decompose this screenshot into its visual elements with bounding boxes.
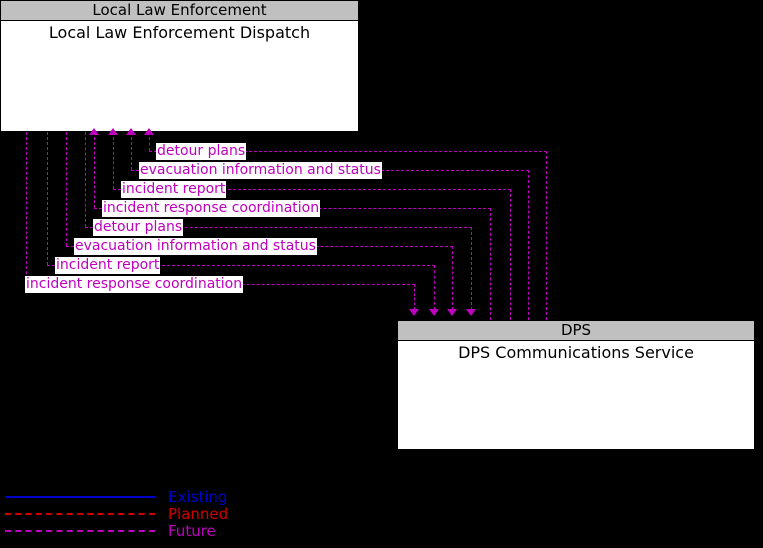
flow-label-detour-plans-to-dps: detour plans: [93, 219, 184, 236]
flow-arrow-8-into-dps: [409, 309, 419, 316]
legend-line-future-icon: [5, 530, 155, 532]
flow-line-7-vertical-left: [47, 132, 48, 265]
entity-box-dps-communications-service[interactable]: DPS DPS Communications Service: [397, 320, 755, 450]
entity-box-local-law-enforcement-dispatch[interactable]: Local Law Enforcement Local Law Enforcem…: [0, 0, 359, 132]
flow-line-3-vertical-left: [113, 137, 114, 189]
legend-line-planned-icon: [5, 513, 155, 515]
legend-line-existing-icon: [5, 496, 155, 498]
flow-arrow-7-into-dps: [429, 309, 439, 316]
flow-label-incident-response-coordination-to-local-law: incident response coordination: [102, 200, 321, 217]
flow-line-8-vertical-left: [26, 132, 27, 284]
flow-line-7-vertical-right: [434, 265, 435, 310]
flow-line-1-vertical-left: [149, 137, 150, 151]
flow-line-5-vertical-right: [471, 227, 472, 310]
flow-label-detour-plans-to-local-law: detour plans: [156, 143, 247, 160]
flow-label-evacuation-information-and-status-to-dps: evacuation information and status: [74, 238, 317, 255]
legend-item-planned: Planned: [0, 505, 300, 523]
flow-line-3-vertical-right: [510, 189, 511, 320]
flow-line-6-vertical-left: [66, 132, 67, 246]
legend-item-existing: Existing: [0, 488, 300, 506]
entity-name-local-law-enforcement-dispatch: Local Law Enforcement Dispatch: [48, 23, 311, 42]
flow-label-evacuation-information-and-status-to-local-law: evacuation information and status: [139, 162, 382, 179]
flow-line-2-vertical-right: [528, 170, 529, 320]
flow-label-incident-report-to-dps: incident report: [55, 257, 161, 274]
diagram-canvas: Local Law Enforcement Local Law Enforcem…: [0, 0, 763, 548]
legend: Existing Planned Future: [0, 488, 300, 544]
flow-arrow-5-into-dps: [466, 309, 476, 316]
legend-label-future: Future: [168, 522, 216, 540]
flow-label-incident-report-to-local-law: incident report: [121, 181, 227, 198]
entity-stakeholder-local-law-enforcement: Local Law Enforcement: [1, 1, 358, 21]
flow-line-4-vertical-left: [94, 137, 95, 208]
flow-label-incident-response-coordination-to-dps: incident response coordination: [25, 276, 244, 293]
flow-line-4-vertical-right: [490, 208, 491, 320]
flow-line-1-vertical-right: [546, 151, 547, 320]
flow-line-5-vertical-left: [85, 132, 86, 227]
legend-label-existing: Existing: [168, 488, 228, 506]
flow-line-8-vertical-right: [414, 284, 415, 310]
flow-line-6-vertical-right: [452, 246, 453, 310]
legend-item-future: Future: [0, 522, 300, 540]
entity-name-dps-communications-service: DPS Communications Service: [458, 343, 694, 362]
flow-line-2-vertical-left: [131, 137, 132, 170]
legend-label-planned: Planned: [168, 505, 229, 523]
flow-arrow-6-into-dps: [447, 309, 457, 316]
entity-stakeholder-dps: DPS: [398, 321, 754, 341]
